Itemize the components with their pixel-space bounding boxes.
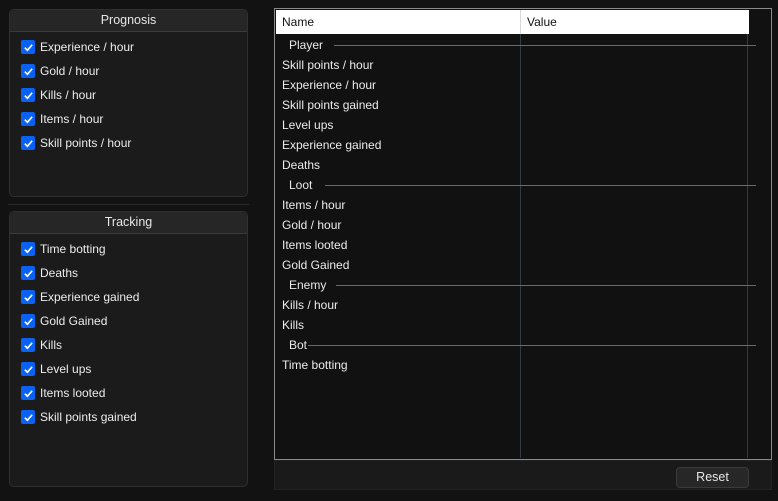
checkbox-label: Deaths bbox=[40, 266, 79, 280]
table-row[interactable]: Kills / hour bbox=[276, 295, 756, 315]
checkbox-gold-gained[interactable]: Gold Gained bbox=[10, 309, 247, 333]
prognosis-group: Prognosis Experience / hour Gold / hour Ki… bbox=[9, 9, 248, 197]
row-name: Time botting bbox=[282, 358, 348, 372]
checkbox-label: Gold Gained bbox=[40, 314, 108, 328]
checkbox-checked-icon[interactable] bbox=[21, 136, 35, 150]
checkbox-experience-hour[interactable]: Experience / hour bbox=[10, 35, 247, 59]
prognosis-title: Prognosis bbox=[10, 10, 247, 32]
checkbox-checked-icon[interactable] bbox=[21, 266, 35, 280]
section-title: Player bbox=[289, 38, 324, 52]
divider bbox=[8, 204, 249, 205]
stats-table: Name Value Player Skill points / hour Expe… bbox=[274, 8, 772, 460]
table-row[interactable]: Deaths bbox=[276, 155, 756, 175]
tracking-group: Tracking Time botting Deaths Experience ga… bbox=[9, 211, 248, 487]
checkbox-checked-icon[interactable] bbox=[21, 112, 35, 126]
checkbox-label: Kills / hour bbox=[40, 88, 97, 102]
section-title: Enemy bbox=[289, 278, 327, 292]
checkbox-label: Experience gained bbox=[40, 290, 140, 304]
table-row[interactable]: Gold Gained bbox=[276, 255, 756, 275]
section-separator bbox=[325, 185, 756, 186]
checkbox-checked-icon[interactable] bbox=[21, 290, 35, 304]
checkbox-label: Items / hour bbox=[40, 112, 104, 126]
checkbox-checked-icon[interactable] bbox=[21, 410, 35, 424]
table-row[interactable]: Items looted bbox=[276, 235, 756, 255]
checkbox-label: Items looted bbox=[40, 386, 106, 400]
column-header-value[interactable]: Value bbox=[521, 10, 557, 34]
tracking-title: Tracking bbox=[10, 212, 247, 234]
section-title: Bot bbox=[289, 338, 308, 352]
checkbox-skill-points-hour[interactable]: Skill points / hour bbox=[10, 131, 247, 155]
checkbox-kills-hour[interactable]: Kills / hour bbox=[10, 83, 247, 107]
row-name: Experience / hour bbox=[282, 78, 377, 92]
checkbox-checked-icon[interactable] bbox=[21, 88, 35, 102]
checkbox-label: Skill points / hour bbox=[40, 136, 132, 150]
section-header-player: Player bbox=[276, 35, 756, 55]
checkbox-checked-icon[interactable] bbox=[21, 242, 35, 256]
table-row[interactable]: Time botting bbox=[276, 355, 756, 375]
section-header-enemy: Enemy bbox=[276, 275, 756, 295]
checkbox-label: Level ups bbox=[40, 362, 92, 376]
checkbox-items-looted[interactable]: Items looted bbox=[10, 381, 247, 405]
section-title: Loot bbox=[289, 178, 313, 192]
checkbox-deaths[interactable]: Deaths bbox=[10, 261, 247, 285]
checkbox-checked-icon[interactable] bbox=[21, 386, 35, 400]
table-row[interactable]: Skill points / hour bbox=[276, 55, 756, 75]
section-separator bbox=[308, 345, 756, 346]
checkbox-level-ups[interactable]: Level ups bbox=[10, 357, 247, 381]
section-separator bbox=[336, 285, 756, 286]
checkbox-gold-hour[interactable]: Gold / hour bbox=[10, 59, 247, 83]
row-name: Skill points / hour bbox=[282, 58, 374, 72]
row-name: Gold / hour bbox=[282, 218, 342, 232]
table-row[interactable]: Gold / hour bbox=[276, 215, 756, 235]
checkbox-experience-gained[interactable]: Experience gained bbox=[10, 285, 247, 309]
checkbox-label: Kills bbox=[40, 338, 63, 352]
table-row[interactable]: Items / hour bbox=[276, 195, 756, 215]
checkbox-kills[interactable]: Kills bbox=[10, 333, 247, 357]
row-name: Gold Gained bbox=[282, 258, 350, 272]
checkbox-label: Experience / hour bbox=[40, 40, 135, 54]
row-name: Items / hour bbox=[282, 198, 346, 212]
checkbox-label: Time botting bbox=[40, 242, 106, 256]
table-row[interactable]: Level ups bbox=[276, 115, 756, 135]
column-header-name[interactable]: Name bbox=[276, 10, 521, 34]
section-header-loot: Loot bbox=[276, 175, 756, 195]
row-name: Level ups bbox=[282, 118, 334, 132]
table-row[interactable]: Kills bbox=[276, 315, 756, 335]
table-row[interactable]: Experience / hour bbox=[276, 75, 756, 95]
checkbox-checked-icon[interactable] bbox=[21, 362, 35, 376]
checkbox-skill-points-gained[interactable]: Skill points gained bbox=[10, 405, 247, 429]
row-name: Kills bbox=[282, 318, 305, 332]
checkbox-checked-icon[interactable] bbox=[21, 64, 35, 78]
checkbox-time-botting[interactable]: Time botting bbox=[10, 237, 247, 261]
checkbox-label: Skill points gained bbox=[40, 410, 137, 424]
checkbox-checked-icon[interactable] bbox=[21, 40, 35, 54]
row-name: Deaths bbox=[282, 158, 321, 172]
table-row[interactable]: Skill points gained bbox=[276, 95, 756, 115]
checkbox-checked-icon[interactable] bbox=[21, 314, 35, 328]
section-separator bbox=[334, 45, 756, 46]
table-row[interactable]: Experience gained bbox=[276, 135, 756, 155]
row-name: Kills / hour bbox=[282, 298, 339, 312]
reset-button[interactable]: Reset bbox=[676, 467, 749, 488]
row-name: Experience gained bbox=[282, 138, 382, 152]
checkbox-checked-icon[interactable] bbox=[21, 338, 35, 352]
checkbox-label: Gold / hour bbox=[40, 64, 100, 78]
table-body: Player Skill points / hour Experience / ho… bbox=[276, 35, 756, 375]
table-header: Name Value bbox=[276, 10, 749, 34]
section-header-bot: Bot bbox=[276, 335, 756, 355]
checkbox-items-hour[interactable]: Items / hour bbox=[10, 107, 247, 131]
row-name: Items looted bbox=[282, 238, 348, 252]
row-name: Skill points gained bbox=[282, 98, 379, 112]
